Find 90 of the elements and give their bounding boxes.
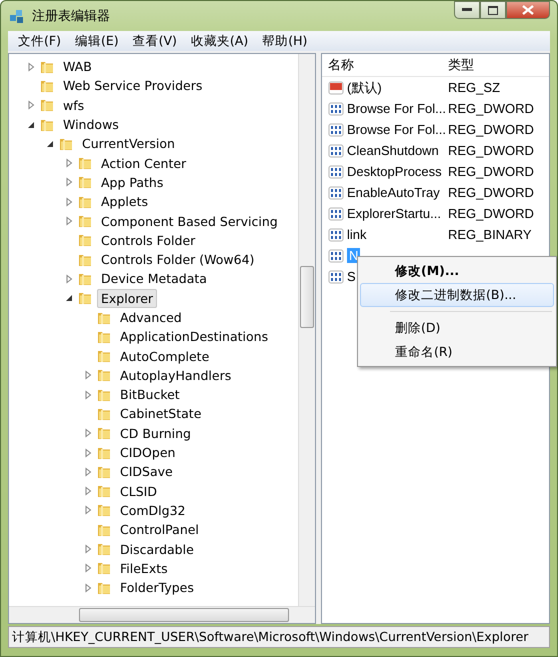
tree-item[interactable]: CurrentVersion [78,134,179,154]
folder-icon [77,290,93,306]
tree-item[interactable]: CD Burning [116,424,195,443]
tree-item[interactable]: App Paths [97,172,168,192]
folder-icon [96,560,112,576]
value-name[interactable]: CleanShutdown [347,143,439,158]
tree-item[interactable]: CIDSave [116,462,177,482]
value-type: REG_BINARY [447,227,532,242]
context-menu-item[interactable]: 重命名(R) [360,340,554,364]
folder-icon [77,155,93,172]
tree-item[interactable]: FolderTypes [116,578,198,598]
value-type: REG_DWORD [447,143,534,158]
value-name[interactable]: link [347,227,367,242]
folder-icon [77,174,93,190]
tree-item[interactable]: Device Metadata [97,269,211,288]
tree-item[interactable]: ComDlg32 [116,500,190,520]
menu-item[interactable]: 帮助(H) [255,32,314,50]
value-type: REG_SZ [447,80,500,95]
string-value-icon [328,80,344,96]
tree-item[interactable]: wfs [59,96,88,115]
menu-item[interactable]: 编辑(E) [68,32,126,50]
folder-icon [96,425,112,442]
binary-value-icon [328,206,344,222]
tree-item[interactable]: CLSID [116,482,161,501]
menu-item[interactable]: 查看(V) [126,32,184,50]
tree-item[interactable]: Web Service Providers [59,76,206,96]
tree-item[interactable]: CabinetState [116,404,206,424]
folder-icon [96,502,112,518]
vertical-scrollbar[interactable] [298,54,315,606]
context-menu-item[interactable]: 修改二进制数据(B)... [360,283,554,307]
folder-icon [77,213,93,230]
folder-icon [96,541,112,558]
tree-item[interactable]: ApplicationDestinations [116,327,272,346]
value-name[interactable]: DesktopProcess [347,164,442,179]
tree-item[interactable]: AutoComplete [116,346,214,366]
horizontal-scrollbar[interactable] [9,606,315,623]
maximize-button[interactable] [480,1,506,19]
folder-icon [96,348,112,364]
column-header[interactable]: 类型 [444,56,474,74]
binary-value-icon [328,184,344,200]
minimize-icon [462,8,472,12]
value-type: REG_DWORD [447,185,534,200]
value-type: REG_DWORD [447,122,534,137]
tree-item[interactable]: WAB [59,57,96,76]
maximize-icon [488,6,498,14]
column-header[interactable]: 名称 [322,56,444,74]
tree-item[interactable]: Controls Folder (Wow64) [97,250,258,270]
value-type: REG_DWORD [447,206,534,221]
folder-icon [96,483,112,500]
binary-value-icon [328,142,344,158]
close-icon [522,5,534,15]
window-title: 注册表编辑器 [32,8,110,25]
registry-cubes-icon [8,7,26,25]
value-type: REG_DWORD [447,101,534,116]
tree-item[interactable]: AutoplayHandlers [116,366,236,385]
folder-icon [77,232,93,248]
tree-item[interactable]: Action Center [97,154,190,173]
context-menu-item[interactable]: 删除(D) [360,316,554,340]
tree-item[interactable]: Windows [59,115,123,134]
folder-icon [96,367,112,384]
binary-value-icon [328,164,344,180]
tree-item[interactable]: Explorer [97,288,158,308]
tree-item[interactable]: Discardable [116,540,198,559]
binary-value-icon [328,122,344,138]
binary-value-icon [328,248,344,264]
value-name[interactable]: ExplorerStartu... [347,206,441,221]
context-menu-item[interactable]: 修改(M)... [360,259,554,283]
tree-item[interactable]: Applets [97,192,152,212]
close-button[interactable] [506,1,550,19]
value-name[interactable]: EnableAutoTray [347,185,440,200]
binary-value-icon [328,268,344,284]
tree-item[interactable]: Controls Folder [97,230,200,250]
binary-value-icon [328,226,344,242]
tree-item[interactable]: FileExts [116,558,172,578]
minimize-button[interactable] [454,1,480,19]
value-name[interactable]: Browse For Fol... [347,122,446,137]
menu-item[interactable]: 收藏夹(A) [184,32,256,50]
status-bar: 计算机\HKEY_CURRENT_USER\Software\Microsoft\Windows\CurrentVersion\Explorer [8,626,550,648]
value-name[interactable]: Browse For Fol... [347,101,446,116]
binary-value-icon [328,100,344,116]
tree-item[interactable]: BitBucket [116,385,184,404]
menu-item[interactable]: 文件(F) [11,32,68,50]
tree-item[interactable]: CIDOpen [116,443,180,462]
tree-item[interactable]: Component Based Servicing [97,212,282,231]
value-name[interactable]: (默认) [347,78,382,96]
value-type: REG_DWORD [447,164,534,179]
value-name[interactable]: S [347,269,356,284]
folder-icon [39,97,55,114]
tree-item[interactable]: ControlPanel [116,520,203,540]
tree-item[interactable]: Advanced [116,308,186,327]
